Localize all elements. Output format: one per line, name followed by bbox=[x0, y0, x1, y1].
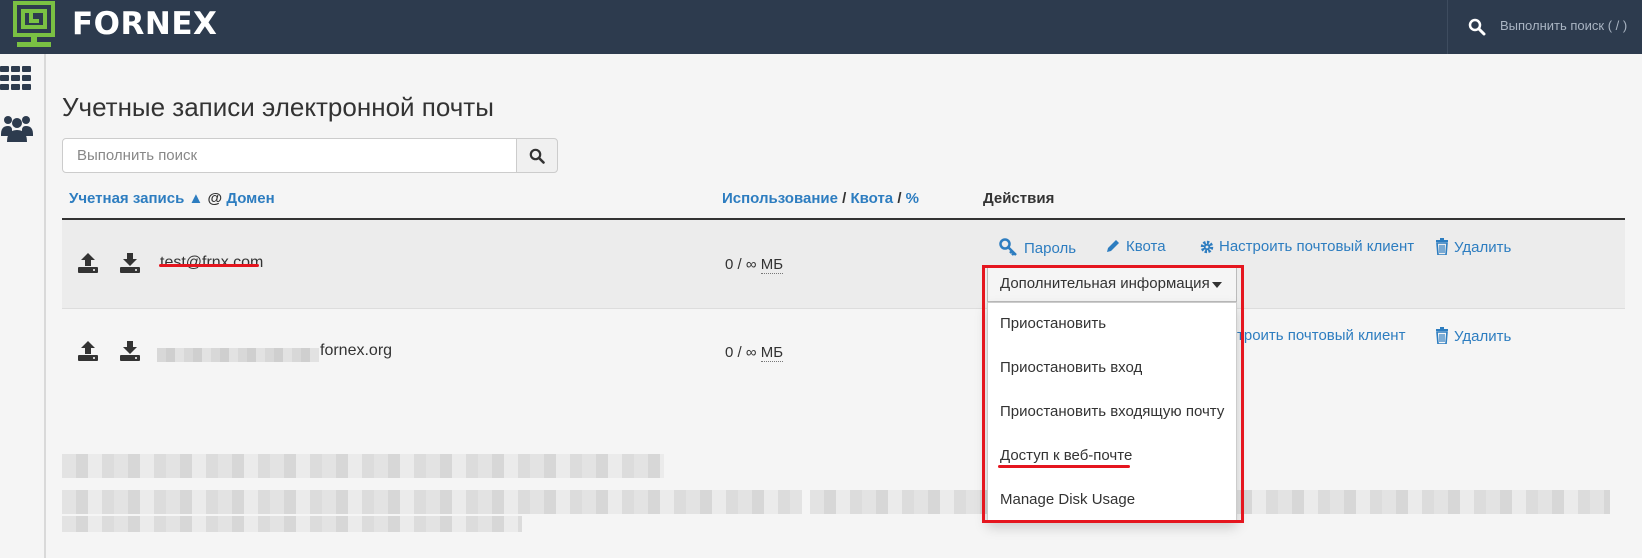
sort-asc-icon[interactable]: ▲ bbox=[188, 190, 203, 207]
usage-header: Использование / Квота / % bbox=[722, 190, 919, 207]
download-icon[interactable] bbox=[118, 251, 142, 275]
more-info-dropdown-button[interactable]: Дополнительная информация bbox=[987, 266, 1237, 302]
key-icon bbox=[999, 238, 1017, 256]
delete-link[interactable]: Удалить bbox=[1435, 327, 1511, 345]
redacted-text bbox=[62, 454, 664, 478]
configure-client-label: Настроить почтовый клиент bbox=[1219, 238, 1415, 255]
menu-item-webmail-access[interactable]: Доступ к веб-почте bbox=[988, 436, 1236, 476]
configure-client-link[interactable]: Настроить почтовый клиент bbox=[1200, 238, 1414, 255]
webmail-underline bbox=[998, 465, 1130, 468]
table-row: test@frnx.com 0 / ∞ МБ Пароль Квота Наст… bbox=[62, 220, 1625, 309]
fornex-logo-icon[interactable] bbox=[12, 0, 56, 50]
account-header: Учетная запись ▲ @ Домен bbox=[69, 190, 275, 207]
delete-link[interactable]: Удалить bbox=[1435, 238, 1511, 256]
search-icon bbox=[529, 148, 545, 164]
menu-item-manage-disk-usage[interactable]: Manage Disk Usage bbox=[988, 480, 1236, 520]
pencil-icon bbox=[1107, 240, 1119, 252]
quota-label: Квота bbox=[1126, 238, 1166, 255]
header-separator: / bbox=[897, 190, 902, 207]
menu-item-suspend[interactable]: Приостановить bbox=[988, 304, 1236, 344]
global-search-placeholder: Выполнить поиск ( / ) bbox=[1500, 18, 1628, 33]
table-row: fornex.org 0 / ∞ МБ троить почтовый клие… bbox=[62, 309, 1625, 395]
users-icon[interactable] bbox=[0, 112, 34, 146]
unit-label: МБ bbox=[760, 344, 784, 362]
actions-header: Действия bbox=[983, 190, 1055, 207]
email-domain: fornex.org bbox=[320, 342, 393, 359]
search-button[interactable] bbox=[516, 138, 558, 173]
brand-name[interactable]: FORNEX bbox=[72, 6, 217, 42]
table-header: Учетная запись ▲ @ Домен Использование /… bbox=[62, 190, 1625, 220]
download-icon[interactable] bbox=[118, 339, 142, 363]
used-value: 0 bbox=[725, 344, 734, 361]
sort-quota-link[interactable]: Квота bbox=[850, 190, 893, 207]
header-separator: / bbox=[842, 190, 847, 207]
delete-label: Удалить bbox=[1454, 239, 1512, 256]
sort-percent-link[interactable]: % bbox=[906, 190, 919, 207]
redacted-text bbox=[62, 490, 802, 514]
sidebar bbox=[0, 54, 46, 558]
caret-down-icon bbox=[1212, 282, 1222, 288]
usage-separator: / bbox=[737, 344, 742, 361]
global-search[interactable]: Выполнить поиск ( / ) bbox=[1447, 0, 1642, 54]
upload-icon[interactable] bbox=[76, 251, 100, 275]
quota-value: ∞ bbox=[745, 256, 757, 273]
quota-link[interactable]: Квота bbox=[1105, 238, 1166, 255]
menu-item-suspend-login[interactable]: Приостановить вход bbox=[988, 348, 1236, 388]
quota-value: ∞ bbox=[745, 344, 757, 361]
delete-label: Удалить bbox=[1454, 328, 1512, 345]
redacted-text bbox=[62, 516, 522, 532]
more-info-label: Дополнительная информация bbox=[1000, 275, 1210, 292]
at-separator: @ bbox=[207, 190, 223, 207]
apps-grid-icon[interactable] bbox=[0, 62, 34, 96]
sort-domain-link[interactable]: Домен bbox=[226, 190, 274, 207]
email-underline bbox=[159, 264, 259, 267]
password-link[interactable]: Пароль bbox=[999, 238, 1076, 257]
email-address: test@frnx.com bbox=[160, 254, 264, 271]
trash-icon bbox=[1436, 327, 1448, 345]
disk-usage: 0 / ∞ МБ bbox=[725, 344, 784, 362]
upload-icon[interactable] bbox=[76, 339, 100, 363]
usage-separator: / bbox=[737, 256, 742, 273]
unit-label: МБ bbox=[760, 256, 784, 274]
sort-account-link[interactable]: Учетная запись bbox=[69, 190, 184, 207]
menu-item-suspend-incoming[interactable]: Приостановить входящую почту bbox=[988, 392, 1236, 432]
top-navbar: FORNEX Выполнить поиск ( / ) bbox=[0, 0, 1642, 54]
search-icon bbox=[1468, 18, 1486, 36]
more-info-menu: Приостановить Приостановить вход Приоста… bbox=[987, 302, 1237, 521]
search-input[interactable] bbox=[62, 138, 517, 173]
configure-client-link[interactable]: троить почтовый клиент bbox=[1237, 327, 1405, 344]
page-title: Учетные записи электронной почты bbox=[62, 92, 494, 122]
used-value: 0 bbox=[725, 256, 734, 273]
trash-icon bbox=[1436, 238, 1448, 256]
redacted-email-prefix bbox=[157, 348, 319, 362]
configure-client-label: троить почтовый клиент bbox=[1237, 327, 1406, 344]
password-label: Пароль bbox=[1024, 240, 1077, 257]
gear-icon bbox=[1200, 240, 1214, 254]
disk-usage: 0 / ∞ МБ bbox=[725, 256, 784, 274]
sort-usage-link[interactable]: Использование bbox=[722, 190, 838, 207]
